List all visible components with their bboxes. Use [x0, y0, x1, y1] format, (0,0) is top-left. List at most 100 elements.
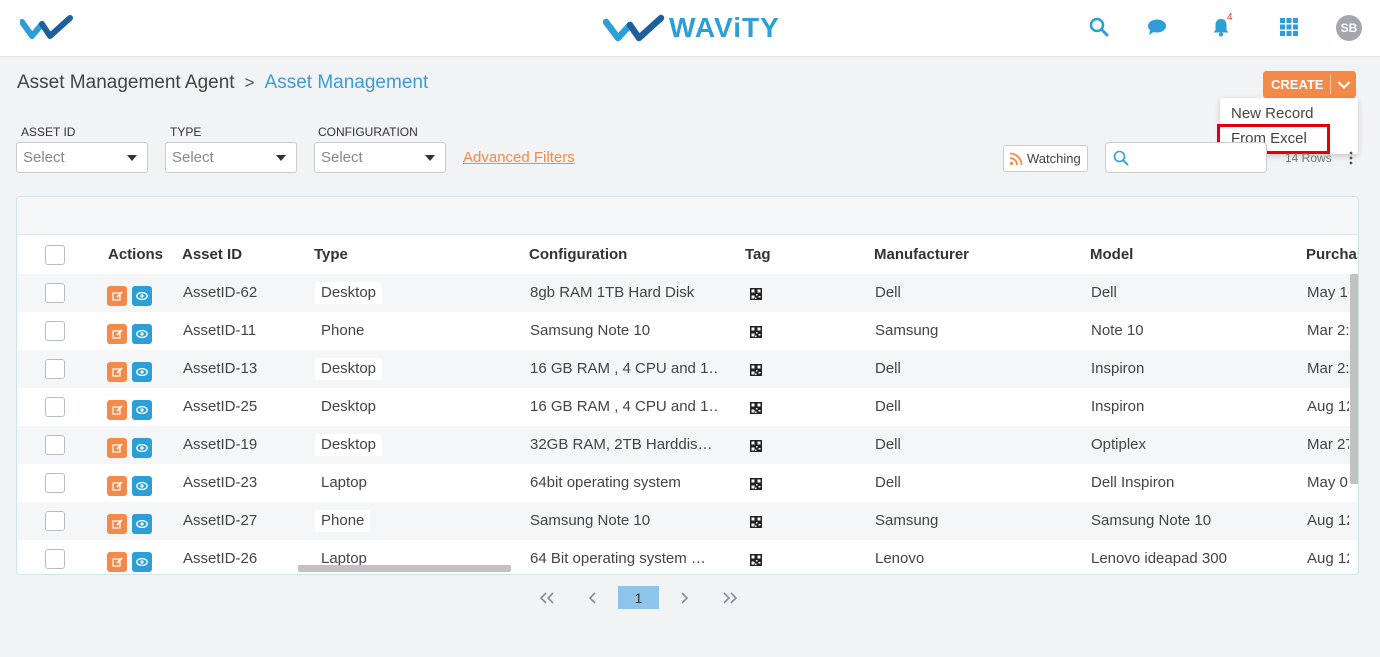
first-page-button[interactable] [537, 586, 557, 610]
view-record-button[interactable] [132, 476, 152, 496]
qr-code-icon[interactable] [750, 287, 762, 300]
qr-code-icon[interactable] [750, 515, 762, 528]
eye-icon [136, 481, 148, 491]
view-record-button[interactable] [132, 362, 152, 382]
cell-asset-id[interactable]: AssetID-62 [183, 284, 303, 301]
column-header-model[interactable]: Model [1090, 246, 1133, 263]
edit-record-button[interactable] [107, 286, 127, 306]
cell-type: Desktop [315, 434, 383, 456]
previous-page-button[interactable] [585, 586, 601, 610]
cell-asset-id[interactable]: AssetID-27 [183, 512, 303, 529]
cell-asset-id[interactable]: AssetID-25 [183, 398, 303, 415]
edit-record-button[interactable] [107, 362, 127, 382]
search-box[interactable] [1105, 142, 1267, 173]
row-checkbox[interactable] [45, 511, 65, 531]
cell-manufacturer: Dell [875, 398, 901, 415]
cell-manufacturer: Dell [875, 474, 901, 491]
qr-code-icon[interactable] [750, 325, 762, 338]
select-all-checkbox[interactable] [45, 245, 65, 265]
edit-record-button[interactable] [107, 552, 127, 572]
breadcrumb-parent[interactable]: Asset Management Agent [17, 72, 235, 94]
column-header-type[interactable]: Type [314, 246, 348, 263]
qr-code-icon[interactable] [750, 363, 762, 376]
edit-record-button[interactable] [107, 438, 127, 458]
edit-record-button[interactable] [107, 400, 127, 420]
more-options-icon[interactable] [1348, 150, 1354, 166]
edit-record-button[interactable] [107, 514, 127, 534]
watching-button[interactable]: Watching [1003, 145, 1088, 172]
advanced-filters-link[interactable]: Advanced Filters [463, 149, 575, 166]
table-row[interactable]: AssetID-19 Desktop 32GB RAM, 2TB Harddis… D… [17, 426, 1358, 464]
table-row[interactable]: AssetID-11 Phone Samsung Note 10 Samsung Not… [17, 312, 1358, 350]
row-checkbox[interactable] [45, 473, 65, 493]
asset-id-filter-select[interactable]: Select [16, 142, 148, 173]
vertical-scrollbar[interactable] [1350, 274, 1358, 484]
view-record-button[interactable] [132, 400, 152, 420]
qr-code-icon[interactable] [750, 401, 762, 414]
menu-item-new-record[interactable]: New Record [1231, 105, 1314, 122]
cell-asset-id[interactable]: AssetID-23 [183, 474, 303, 491]
table-row[interactable]: AssetID-25 Desktop 16 GB RAM , 4 CPU and 1… [17, 388, 1358, 426]
chevron-left-icon [588, 592, 596, 604]
view-record-button[interactable] [132, 324, 152, 344]
eye-icon [136, 329, 148, 339]
configuration-filter-select[interactable]: Select [314, 142, 446, 173]
wavity-logo-icon[interactable] [20, 14, 74, 42]
next-page-button[interactable] [676, 586, 692, 610]
edit-record-button[interactable] [107, 476, 127, 496]
edit-icon [111, 404, 123, 416]
chat-icon[interactable] [1146, 16, 1168, 38]
view-record-button[interactable] [132, 514, 152, 534]
table-row[interactable]: AssetID-13 Desktop 16 GB RAM , 4 CPU and 1… [17, 350, 1358, 388]
eye-icon [136, 557, 148, 567]
table-row[interactable]: AssetID-62 Desktop 8gb RAM 1TB Hard Disk De… [17, 274, 1358, 312]
search-icon[interactable] [1088, 16, 1110, 38]
create-button[interactable]: CREATE [1263, 71, 1356, 98]
column-header-manufacturer[interactable]: Manufacturer [874, 246, 969, 263]
table-row[interactable]: AssetID-26 Laptop 64 Bit operating system … [17, 540, 1358, 574]
cell-asset-id[interactable]: AssetID-13 [183, 360, 303, 377]
apps-grid-icon[interactable] [1278, 16, 1300, 38]
column-header-purchase[interactable]: Purchas [1306, 246, 1358, 263]
top-bar: WAViTY 4 SB [0, 0, 1380, 57]
type-filter-value: Select [172, 149, 214, 166]
row-checkbox[interactable] [45, 283, 65, 303]
horizontal-scrollbar[interactable] [298, 565, 511, 572]
cell-configuration: 64bit operating system [530, 474, 681, 491]
asset-table-panel: Actions Asset ID Type Configuration Tag … [16, 196, 1359, 575]
column-header-tag[interactable]: Tag [745, 246, 771, 263]
row-checkbox[interactable] [45, 321, 65, 341]
row-checkbox[interactable] [45, 435, 65, 455]
table-row[interactable]: AssetID-27 Phone Samsung Note 10 Samsung Sam… [17, 502, 1358, 540]
qr-code-icon[interactable] [750, 553, 762, 566]
cell-asset-id[interactable]: AssetID-11 [183, 322, 303, 339]
view-record-button[interactable] [132, 286, 152, 306]
last-page-button[interactable] [720, 586, 740, 610]
cell-asset-id[interactable]: AssetID-26 [183, 550, 303, 567]
asset-id-filter-value: Select [23, 149, 65, 166]
qr-code-icon[interactable] [750, 439, 762, 452]
rss-icon [1009, 152, 1023, 165]
chevron-down-icon[interactable] [1337, 78, 1351, 92]
search-input[interactable] [1134, 147, 1262, 169]
row-checkbox[interactable] [45, 359, 65, 379]
user-avatar[interactable]: SB [1336, 15, 1362, 41]
breadcrumb: Asset Management Agent > Asset Managemen… [17, 72, 428, 94]
qr-code-icon[interactable] [750, 477, 762, 490]
table-row[interactable]: AssetID-23 Laptop 64bit operating system De… [17, 464, 1358, 502]
row-checkbox[interactable] [45, 549, 65, 569]
current-page-button[interactable]: 1 [618, 586, 659, 609]
view-record-button[interactable] [132, 438, 152, 458]
brand-name: WAViTY [669, 12, 780, 43]
view-record-button[interactable] [132, 552, 152, 572]
row-checkbox[interactable] [45, 397, 65, 417]
breadcrumb-current[interactable]: Asset Management [265, 72, 429, 94]
edit-icon [111, 442, 123, 454]
type-filter-select[interactable]: Select [165, 142, 297, 173]
cell-manufacturer: Samsung [875, 322, 939, 339]
edit-record-button[interactable] [107, 324, 127, 344]
cell-asset-id[interactable]: AssetID-19 [183, 436, 303, 453]
column-header-asset-id[interactable]: Asset ID [182, 246, 242, 263]
column-header-configuration[interactable]: Configuration [529, 246, 627, 263]
eye-icon [136, 367, 148, 377]
